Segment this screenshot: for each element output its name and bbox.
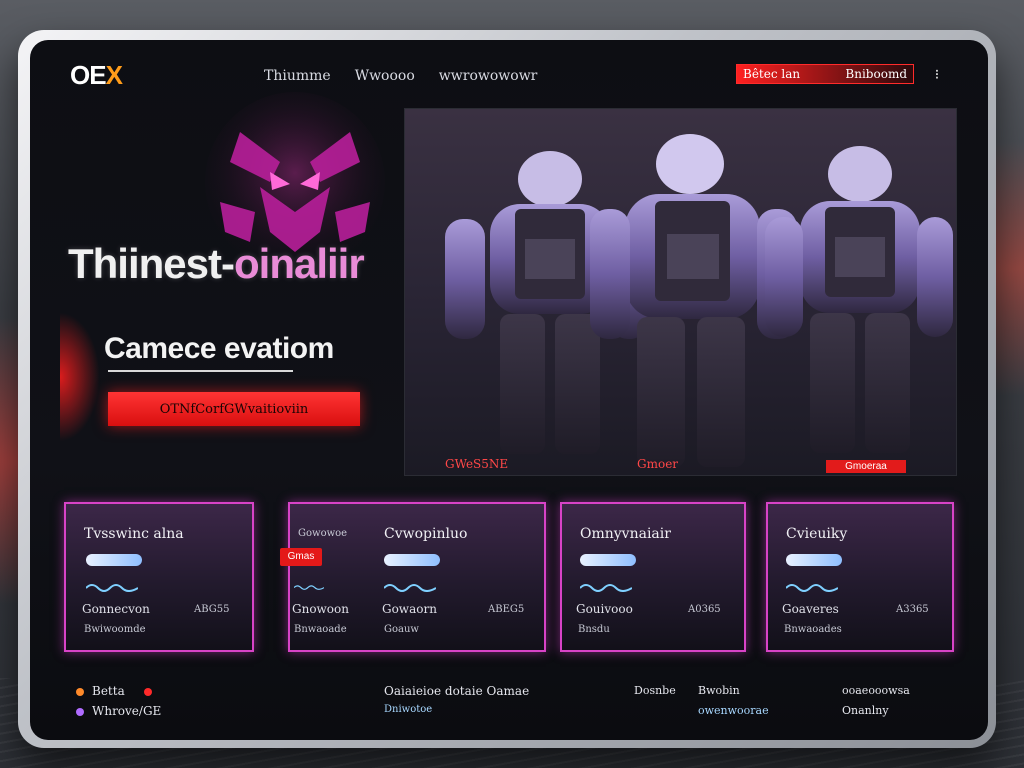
hero-cta-button[interactable]: OTNfCorfGWvaitioviin <box>108 392 360 426</box>
logo-accent: X <box>105 60 123 90</box>
character-label-center: Gmoer <box>637 457 679 471</box>
card-row-left: Gouivooo <box>576 602 633 616</box>
top-navigation-bar: OEX Thiumme Wwoooo wwrowowowr Bêtec lan … <box>30 40 988 110</box>
character-badge[interactable]: Gmoeraa <box>826 460 906 473</box>
signal-wave-icon <box>580 584 632 592</box>
alert-dot-icon <box>144 688 152 696</box>
footer-center-title: Oaiaieioe dotaie Oamae <box>384 684 530 698</box>
card-row-right: ABG55 <box>194 604 230 615</box>
card-title-left: Gowowoe <box>298 528 348 539</box>
progress-pill <box>86 554 142 566</box>
kebab-menu-icon[interactable]: ⁝ <box>932 66 942 82</box>
card-row-right: ABEG5 <box>488 604 525 615</box>
footer-center-link[interactable]: Dniwotoe <box>384 704 432 715</box>
feature-card-4[interactable]: Cvieuiky Goaveres A3365 Bnwaoades <box>766 502 954 652</box>
progress-pill <box>580 554 636 566</box>
hero-divider <box>108 370 293 372</box>
brand-logo[interactable]: OEX <box>70 60 123 91</box>
main-nav: Thiumme Wwoooo wwrowowowr <box>264 68 537 84</box>
signal-wave-icon <box>294 585 324 590</box>
footer: Betta Whrove/GE Oaiaieioe dotaie Oamae D… <box>30 680 988 740</box>
feature-cards: Tvsswinc alna Gonnecvon ABG55 Bwiwoomde … <box>64 502 954 652</box>
red-accent-glow <box>60 312 100 442</box>
card-row-secondary: Bwiwoomde <box>84 624 146 635</box>
card-row-mid: Gowaorn <box>382 602 437 616</box>
card-row-left: Gnowoon <box>292 602 349 616</box>
character-showcase[interactable]: GWeS5NE Gmoer Gmoeraa <box>404 108 957 476</box>
feature-card-3[interactable]: Omnyvnaiair Gouivooo A0365 Bnsdu <box>560 502 746 652</box>
progress-pill <box>786 554 842 566</box>
footer-col3-top[interactable]: ooaeooowsa <box>842 684 910 697</box>
signal-wave-icon <box>86 584 138 592</box>
card-row-secondary-left: Bnwaoade <box>294 624 347 635</box>
card-row-right: A3365 <box>896 604 929 615</box>
signin-button[interactable]: Bêtec lan Bniboomd <box>736 64 914 84</box>
feature-card-1[interactable]: Tvsswinc alna Gonnecvon ABG55 Bwiwoomde <box>64 502 254 652</box>
signal-wave-icon <box>786 584 838 592</box>
card-tag: Gmas <box>280 548 322 566</box>
hero-title-main: Thiinest- <box>68 240 235 287</box>
footer-col2-bottom[interactable]: owenwoorae <box>698 704 769 717</box>
footer-left-top[interactable]: Betta <box>92 684 125 698</box>
character-label-left: GWeS5NE <box>445 457 509 471</box>
signin-label-left: Bêtec lan <box>743 67 801 81</box>
signin-label-right: Bniboomd <box>845 67 907 81</box>
signal-wave-icon <box>384 584 436 592</box>
footer-col2-top[interactable]: Bwobin <box>698 684 740 697</box>
card-title: Tvsswinc alna <box>84 526 184 542</box>
feature-card-2[interactable]: Gmas Gowowoe Cvwopinluo Gnowoon Gowaorn … <box>280 502 546 652</box>
card-row-secondary: Bnwaoades <box>784 624 842 635</box>
nav-item-3[interactable]: wwrowowowr <box>439 68 538 84</box>
card-row-secondary-right: Goauw <box>384 624 419 635</box>
nav-item-2[interactable]: Wwoooo <box>355 68 415 84</box>
card-title: Omnyvnaiair <box>580 526 671 542</box>
armored-characters-illustration <box>445 134 953 467</box>
card-row-left: Goaveres <box>782 602 839 616</box>
profile-dot-icon <box>76 708 84 716</box>
hero-title: Thiinest-oinaliir <box>68 240 365 288</box>
footer-col1[interactable]: Dosnbe <box>634 684 676 697</box>
hero-subtitle: Camece evatiom <box>104 332 334 365</box>
character-right <box>765 146 953 453</box>
app-screen: OEX Thiumme Wwoooo wwrowowowr Bêtec lan … <box>30 40 988 740</box>
nav-item-1[interactable]: Thiumme <box>264 68 331 84</box>
status-dot-icon <box>76 688 84 696</box>
footer-col3-bottom[interactable]: Onanlny <box>842 704 889 717</box>
card-title: Cvieuiky <box>786 526 848 542</box>
logo-text: OE <box>70 60 107 90</box>
progress-pill <box>384 554 440 566</box>
card-row-right: A0365 <box>688 604 721 615</box>
card-row-left: Gonnecvon <box>82 602 150 616</box>
footer-left-bottom[interactable]: Whrove/GE <box>92 704 161 718</box>
card-title: Cvwopinluo <box>384 526 468 542</box>
card-row-secondary: Bnsdu <box>578 624 610 635</box>
hero-title-accent: oinaliir <box>234 240 365 287</box>
